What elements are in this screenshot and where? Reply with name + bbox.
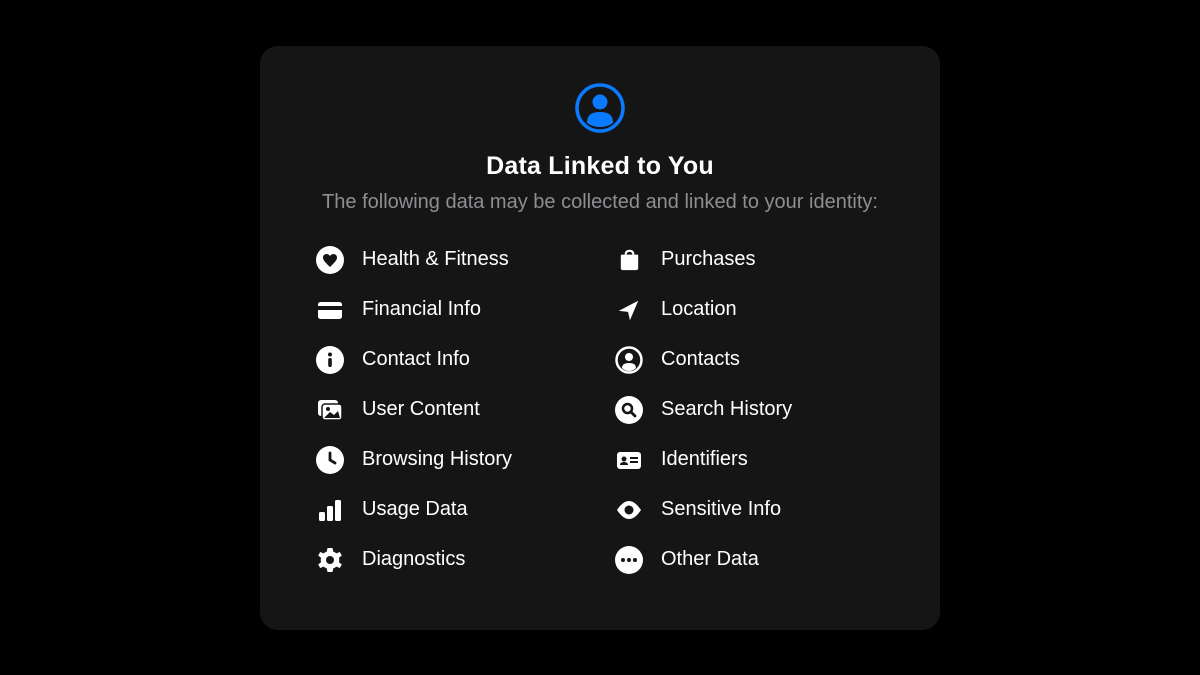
- location-arrow-icon: [615, 296, 643, 324]
- person-linked-icon: [574, 82, 626, 134]
- item-label: Contacts: [661, 348, 740, 371]
- credit-card-icon: [316, 296, 344, 324]
- list-item: Location: [615, 296, 884, 324]
- item-label: Browsing History: [362, 448, 512, 471]
- item-label: Purchases: [661, 248, 756, 271]
- list-item: Browsing History: [316, 446, 585, 474]
- photo-stack-icon: [316, 396, 344, 424]
- list-item: Health & Fitness: [316, 246, 585, 274]
- id-card-icon: [615, 446, 643, 474]
- heart-circle-icon: [316, 246, 344, 274]
- item-label: Financial Info: [362, 298, 481, 321]
- item-label: Contact Info: [362, 348, 470, 371]
- list-item: Sensitive Info: [615, 496, 884, 524]
- clock-icon: [316, 446, 344, 474]
- list-item: Other Data: [615, 546, 884, 574]
- list-item: Search History: [615, 396, 884, 424]
- bag-icon: [615, 246, 643, 274]
- item-label: Diagnostics: [362, 548, 465, 571]
- list-item: Contact Info: [316, 346, 585, 374]
- person-circle-icon: [615, 346, 643, 374]
- bar-chart-icon: [316, 496, 344, 524]
- item-label: Usage Data: [362, 498, 468, 521]
- card-subtitle: The following data may be collected and …: [322, 189, 878, 216]
- list-item: User Content: [316, 396, 585, 424]
- search-circle-icon: [615, 396, 643, 424]
- info-circle-icon: [316, 346, 344, 374]
- list-item: Identifiers: [615, 446, 884, 474]
- list-item: Contacts: [615, 346, 884, 374]
- list-item: Diagnostics: [316, 546, 585, 574]
- card-title: Data Linked to You: [486, 152, 714, 181]
- list-item: Purchases: [615, 246, 884, 274]
- privacy-card: Data Linked to You The following data ma…: [260, 46, 940, 630]
- item-label: Location: [661, 298, 737, 321]
- data-types-grid: Health & Fitness Purchases Financial Inf…: [310, 246, 890, 574]
- eye-icon: [615, 496, 643, 524]
- list-item: Usage Data: [316, 496, 585, 524]
- item-label: User Content: [362, 398, 480, 421]
- gear-icon: [316, 546, 344, 574]
- item-label: Health & Fitness: [362, 248, 509, 271]
- item-label: Search History: [661, 398, 792, 421]
- item-label: Identifiers: [661, 448, 748, 471]
- item-label: Sensitive Info: [661, 498, 781, 521]
- list-item: Financial Info: [316, 296, 585, 324]
- ellipsis-circle-icon: [615, 546, 643, 574]
- item-label: Other Data: [661, 548, 759, 571]
